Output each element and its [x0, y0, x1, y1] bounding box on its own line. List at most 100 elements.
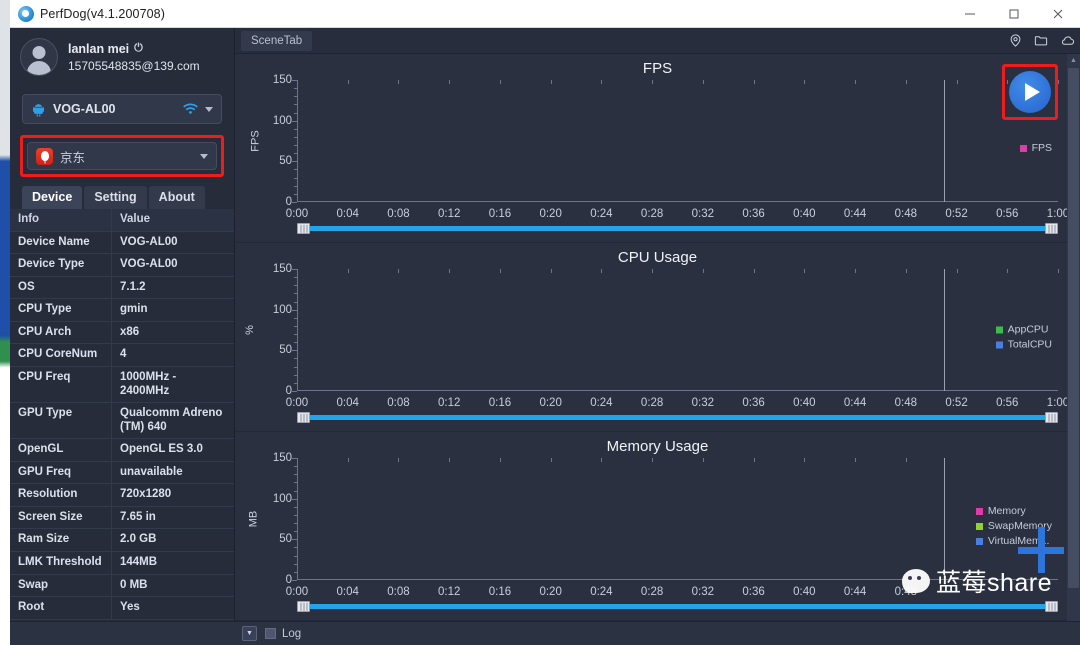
table-cell-value: 1000MHz - 2400MHz	[120, 370, 177, 397]
log-collapse-button[interactable]: ▼	[242, 626, 257, 641]
y-tick-mark	[292, 161, 297, 163]
chevron-down-icon[interactable]	[200, 153, 208, 159]
log-checkbox[interactable]	[265, 628, 276, 639]
table-row[interactable]: CPU CoreNum 4	[10, 344, 234, 367]
maximize-button[interactable]	[992, 0, 1036, 27]
time-range-handle-right[interactable]: ∣∣∣	[1045, 223, 1058, 234]
cursor-line[interactable]	[943, 458, 945, 580]
plus-icon	[1018, 527, 1064, 573]
y-tick-minor	[294, 506, 297, 508]
table-cell-value: Qualcomm Adreno (TM) 640	[120, 407, 223, 433]
table-cell-info: Swap	[10, 574, 112, 597]
log-toggle[interactable]: Log	[265, 628, 301, 640]
window-title: PerfDog(v4.1.200708)	[40, 6, 165, 21]
scroll-up-arrow[interactable]: ▲	[1067, 54, 1080, 66]
y-tick-label: 50	[279, 344, 292, 357]
time-range-fill	[306, 415, 1049, 420]
x-tick-mark	[347, 458, 349, 462]
table-row[interactable]: LMK Threshold 144MB	[10, 552, 234, 575]
table-row[interactable]: Ram Size 2.0 GB	[10, 529, 234, 552]
x-tick-mark	[702, 269, 704, 273]
device-selector[interactable]: VOG-AL00	[22, 94, 222, 124]
y-tick-label: 50	[279, 533, 292, 546]
legend-swatch	[975, 507, 983, 515]
table-row[interactable]: CPU Type gmin	[10, 299, 234, 322]
cursor-line[interactable]	[943, 80, 945, 202]
y-tick-minor	[294, 169, 297, 171]
legend-label: TotalCPU	[1007, 338, 1052, 351]
minimize-button[interactable]	[948, 0, 992, 27]
x-tick-mark	[804, 80, 806, 84]
time-range-handle-right[interactable]: ∣∣∣	[1045, 412, 1058, 423]
time-range-handle-left[interactable]: ∣∣∣	[297, 223, 310, 234]
table-row[interactable]: Device Type VOG-AL00	[10, 254, 234, 277]
table-row[interactable]: OpenGL OpenGL ES 3.0	[10, 439, 234, 462]
x-tick-label: 0:36	[742, 208, 765, 220]
legend-item[interactable]: FPS	[1019, 142, 1052, 154]
x-tick-label: 0:44	[843, 397, 867, 409]
table-row[interactable]: GPU Freq unavailable	[10, 461, 234, 485]
table-row[interactable]: CPU Arch x86	[10, 321, 234, 345]
x-tick-label: 0:12	[437, 208, 461, 220]
tab-about[interactable]: About	[148, 186, 205, 209]
tab-setting[interactable]: Setting	[84, 186, 147, 209]
x-tick-mark	[449, 458, 451, 462]
y-tick-mark	[292, 120, 297, 122]
table-row[interactable]: Swap 0 MB	[10, 574, 234, 598]
x-tick-label: 0:08	[387, 397, 410, 409]
scene-tab[interactable]: SceneTab	[241, 30, 313, 51]
table-cell-value: x86	[120, 325, 140, 338]
legend-swatch	[975, 522, 983, 530]
x-tick-mark	[652, 458, 654, 462]
time-range-scrollbar[interactable]: ∣∣∣ ∣∣∣	[297, 223, 1058, 234]
table-cell-value: 7.65 in	[120, 510, 156, 523]
table-row[interactable]: Resolution 720x1280	[10, 484, 234, 507]
chevron-down-icon[interactable]	[205, 106, 213, 112]
legend-label: AppCPU	[1007, 323, 1049, 336]
tab-device[interactable]: Device	[22, 186, 83, 209]
scroll-thumb[interactable]	[1068, 68, 1079, 588]
table-row[interactable]: Device Name VOG-AL00	[10, 231, 234, 255]
x-tick-mark	[855, 458, 857, 462]
x-tick-mark	[398, 269, 400, 273]
folder-icon[interactable]	[1028, 28, 1054, 54]
table-row[interactable]: CPU Freq 1000MHz - 2400MHz	[10, 366, 234, 404]
cloud-icon[interactable]	[1054, 28, 1080, 54]
table-row[interactable]: GPU Type Qualcomm Adreno (TM) 640	[10, 403, 234, 440]
location-pin-icon[interactable]	[1002, 28, 1028, 54]
x-tick-mark	[550, 269, 552, 273]
x-tick-label: 0:44	[843, 586, 867, 598]
table-row[interactable]: OS 7.1.2	[10, 276, 234, 300]
table-cell-info: LMK Threshold	[10, 552, 112, 574]
close-button[interactable]	[1036, 0, 1080, 27]
time-range-handle-left[interactable]: ∣∣∣	[297, 601, 310, 612]
table-cell-info: OpenGL	[10, 439, 112, 461]
app-selector[interactable]: 京东	[27, 142, 217, 170]
x-tick-label: 0:28	[640, 586, 664, 598]
x-tick-mark	[905, 458, 907, 462]
x-tick-label: 1:00	[1046, 397, 1070, 409]
legend-item[interactable]: AppCPU	[995, 323, 1052, 336]
table-cell-info: Resolution	[10, 484, 112, 506]
table-cell-info: CPU Type	[10, 299, 112, 321]
play-button[interactable]	[1009, 71, 1051, 113]
x-tick-label: 0:32	[691, 586, 715, 598]
legend-item[interactable]: TotalCPU	[995, 338, 1052, 351]
time-range-handle-left[interactable]: ∣∣∣	[297, 412, 310, 423]
x-tick-mark	[297, 269, 298, 273]
legend-item[interactable]: Memory	[975, 505, 1052, 517]
charts-scrollbar[interactable]: ▲	[1067, 54, 1080, 621]
power-icon[interactable]: ⏻	[134, 42, 143, 55]
table-row[interactable]: Root Yes	[10, 597, 234, 620]
y-tick-mark	[292, 580, 297, 581]
cursor-line[interactable]	[943, 269, 945, 391]
account-name: lanlan mei	[68, 41, 130, 56]
table-row[interactable]: Screen Size 7.65 in	[10, 506, 234, 530]
time-range-scrollbar[interactable]: ∣∣∣ ∣∣∣	[297, 412, 1058, 423]
chart-cpu-usage: CPU Usage% 0 50 100 150 0:00 0:04 0:08 0:12 0:16 0…	[235, 243, 1080, 432]
time-range-scrollbar[interactable]: ∣∣∣ ∣∣∣	[297, 601, 1058, 612]
x-tick-mark	[855, 269, 857, 273]
x-tick-mark	[297, 80, 298, 84]
time-range-handle-right[interactable]: ∣∣∣	[1045, 601, 1058, 612]
legend-swatch	[975, 537, 983, 545]
